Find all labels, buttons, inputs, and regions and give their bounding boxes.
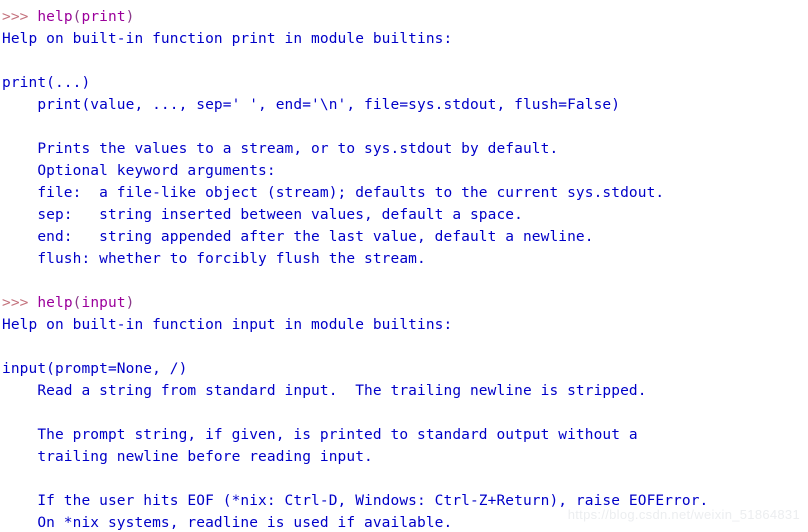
builtin-call-name: help [37,9,73,25]
shell-input-line[interactable]: >>> help(print) [0,6,808,28]
output-line: input(prompt=None, /) [2,361,188,377]
csdn-blog-watermark: https://blog.csdn.net/weixin_51864831 [567,507,800,522]
output-line: Help on built-in function input in modul… [2,317,453,333]
output-line: trailing newline before reading input. [2,449,373,465]
shell-prompt: >>> [2,9,38,25]
output-line: Read a string from standard input. The t… [2,383,647,399]
call-argument: print [81,9,126,25]
shell-prompt: >>> [2,295,38,311]
output-line: Help on built-in function print in modul… [2,31,453,47]
output-line: sep: string inserted between values, def… [2,207,523,223]
close-paren: ) [125,295,135,311]
close-paren: ) [125,9,135,25]
output-line: Optional keyword arguments: [2,163,276,179]
python-idle-shell-window[interactable]: >>>>>> help(print)Help on built-in funct… [0,0,808,532]
shell-output-area[interactable]: >>>>>> help(print)Help on built-in funct… [0,0,808,532]
call-argument: input [81,295,126,311]
builtin-call-name: help [37,295,73,311]
output-line: print(value, ..., sep=' ', end='\n', fil… [2,97,621,113]
output-line: file: a file-like object (stream); defau… [2,185,665,201]
output-line: The prompt string, if given, is printed … [2,427,638,443]
output-line: end: string appended after the last valu… [2,229,594,245]
shell-input-line[interactable]: >>> help(input) [0,292,808,314]
output-line: Prints the values to a stream, or to sys… [2,141,559,157]
open-paren: ( [72,9,82,25]
open-paren: ( [72,295,82,311]
shell-prompt: >>> [2,0,29,3]
output-line: flush: whether to forcibly flush the str… [2,251,426,267]
output-line: print(...) [2,75,91,91]
